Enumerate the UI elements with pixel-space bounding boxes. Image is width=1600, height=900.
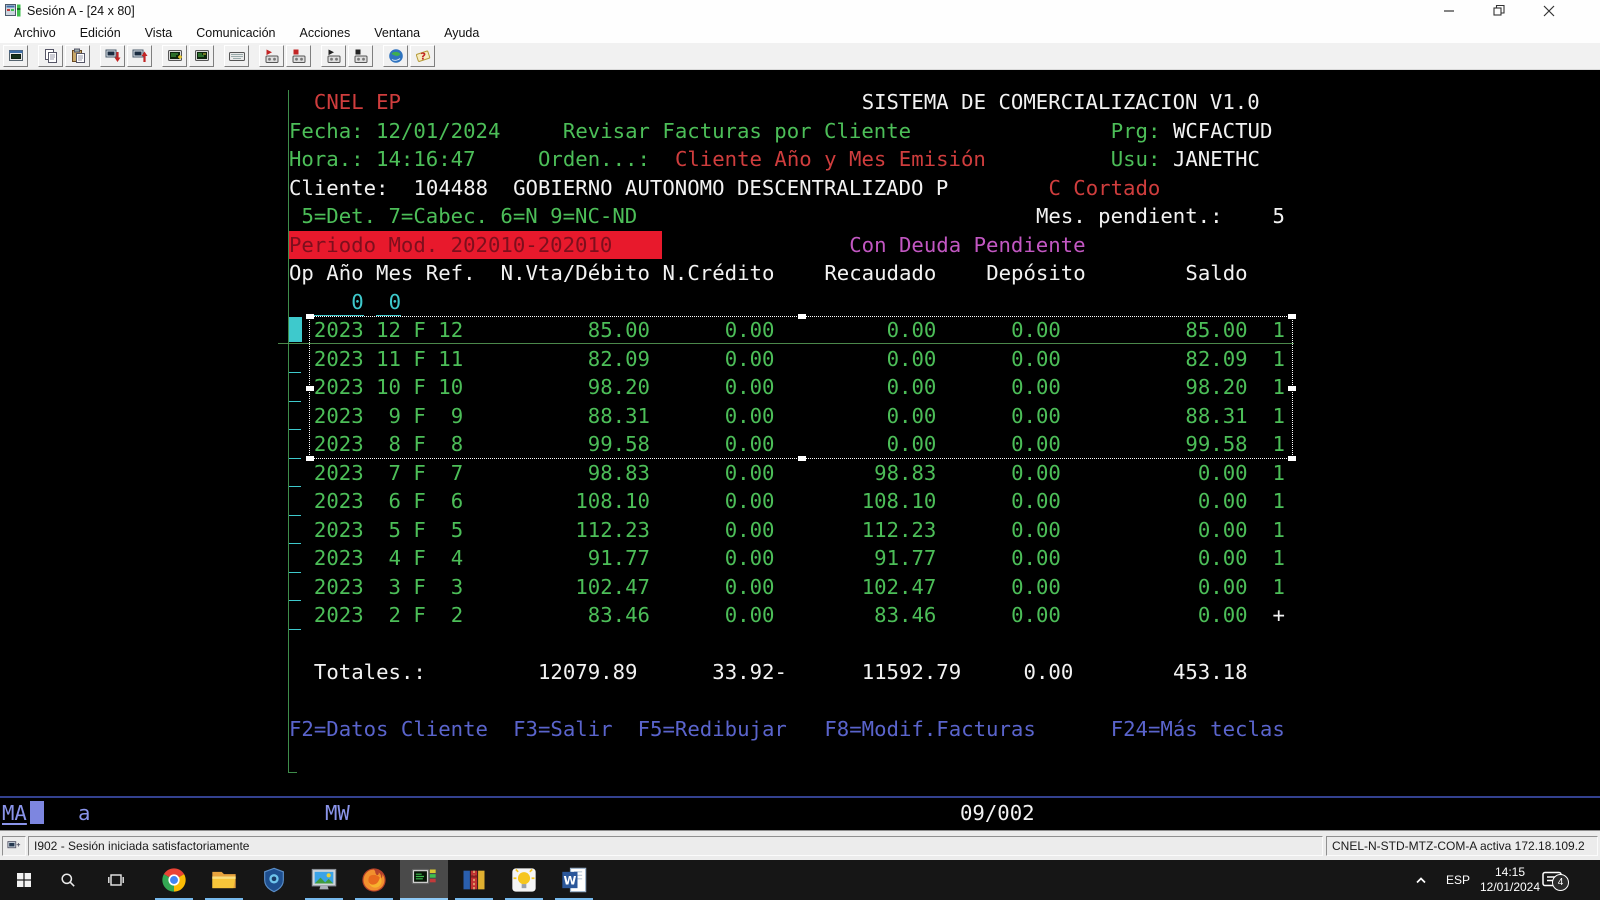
display-setup-button[interactable]: [162, 45, 187, 67]
oia-separator: [0, 796, 1600, 798]
security-shield-icon: [260, 866, 288, 894]
help-button[interactable]: ?: [410, 45, 435, 67]
play-macro-button[interactable]: [321, 45, 346, 67]
menu-item-ventana[interactable]: Ventana: [362, 24, 432, 42]
menu-item-ayuda[interactable]: Ayuda: [432, 24, 491, 42]
firefox-icon: [360, 866, 388, 894]
help-icon: ?: [415, 48, 431, 64]
svg-text:W: W: [563, 874, 576, 888]
taskbar-winrar[interactable]: [450, 860, 498, 900]
menu-item-vista[interactable]: Vista: [133, 24, 185, 42]
clock-date: 12/01/2024: [1474, 880, 1546, 895]
copy-button[interactable]: [38, 45, 63, 67]
restore-button[interactable]: [1482, 0, 1516, 22]
display-colors-icon: [194, 48, 210, 64]
taskbar-word[interactable]: W: [550, 860, 598, 900]
notification-badge: 4: [1552, 874, 1569, 891]
lightbulb-app-icon: [510, 866, 538, 894]
stop-macro-icon: [353, 48, 369, 64]
paste-button[interactable]: [65, 45, 90, 67]
status-message: I902 - Sesión iniciada satisfactoriament…: [28, 836, 1323, 856]
display-colors-button[interactable]: [189, 45, 214, 67]
stop-record-button[interactable]: [286, 45, 311, 67]
taskbar-session-emulator[interactable]: [400, 860, 448, 900]
taskbar-lightbulb-app[interactable]: [500, 860, 548, 900]
web-globe-button[interactable]: [383, 45, 408, 67]
taskbar-security-shield[interactable]: [250, 860, 298, 900]
keyboard-icon: [229, 48, 245, 64]
oia-cursor-block: [30, 801, 44, 824]
menu-item-edición[interactable]: Edición: [68, 24, 133, 42]
taskbar: W: [0, 860, 1600, 900]
oia-status-row: MA a MW 09/002: [0, 800, 1600, 827]
oia-indicator: 09/002: [960, 800, 1035, 827]
window-titlebar[interactable]: Sesión A - [24 x 80]: [0, 0, 1600, 22]
selection-handle[interactable]: [1288, 314, 1296, 319]
copy-icon: [43, 48, 59, 64]
language-indicator[interactable]: ESP: [1440, 873, 1476, 887]
oia-indicator: MA: [2, 800, 27, 827]
chrome-icon: [160, 866, 188, 894]
selection-handle[interactable]: [306, 314, 314, 319]
send-file-button[interactable]: [100, 45, 125, 67]
selection-handle[interactable]: [1288, 456, 1296, 461]
svg-text:?: ?: [420, 52, 426, 63]
menu-bar: ArchivoEdiciónVistaComunicaciónAccionesV…: [0, 22, 1600, 43]
taskbar-photo-viewer[interactable]: [300, 860, 348, 900]
start-button[interactable]: [0, 860, 48, 900]
winrar-icon: [460, 866, 488, 894]
play-macro-icon: [326, 48, 342, 64]
connection-info: CNEL-N-STD-MTZ-COM-A activa 172.18.109.2: [1326, 836, 1598, 856]
selection-handle[interactable]: [306, 456, 314, 461]
status-bar: I902 - Sesión iniciada satisfactoriament…: [0, 830, 1600, 860]
session-app-icon: [4, 3, 22, 19]
clock[interactable]: 14:15 12/01/2024: [1474, 865, 1546, 895]
display-setup-icon: [167, 48, 183, 64]
menu-item-comunicación[interactable]: Comunicación: [184, 24, 287, 42]
toolbar: ?: [0, 43, 1600, 70]
minimize-button[interactable]: [1432, 0, 1466, 22]
photo-viewer-icon: [310, 866, 338, 894]
chevron-up-icon[interactable]: [1404, 860, 1438, 900]
close-button[interactable]: [1532, 0, 1566, 22]
new-session-icon: [8, 48, 24, 64]
new-session-button[interactable]: [3, 45, 28, 67]
connection-status-icon: [2, 836, 26, 856]
screen-left-border: [288, 90, 289, 773]
selection-handle[interactable]: [1288, 386, 1296, 391]
oia-indicator: a: [78, 800, 90, 827]
selection-rectangle[interactable]: [309, 316, 1293, 459]
oia-indicator: MW: [325, 800, 350, 827]
screen-border-corner: [288, 772, 297, 773]
record-macro-icon: [264, 48, 280, 64]
send-file-icon: [105, 48, 121, 64]
desktop: Sesión A - [24 x 80] ArchivoEdiciónVista…: [0, 0, 1600, 900]
stop-macro-button[interactable]: [348, 45, 373, 67]
web-globe-icon: [388, 48, 404, 64]
menu-item-archivo[interactable]: Archivo: [2, 24, 68, 42]
text-cursor: [289, 317, 302, 342]
keyboard-button[interactable]: [224, 45, 249, 67]
window-title: Sesión A - [24 x 80]: [27, 4, 135, 18]
search-button[interactable]: [44, 860, 92, 900]
word-icon: W: [560, 866, 588, 894]
taskbar-file-explorer[interactable]: [200, 860, 248, 900]
file-explorer-icon: [210, 866, 238, 894]
taskbar-firefox[interactable]: [350, 860, 398, 900]
task-view-button[interactable]: [92, 860, 140, 900]
clock-time: 14:15: [1474, 865, 1546, 880]
session-emulator-icon: [410, 866, 438, 894]
menu-item-acciones[interactable]: Acciones: [287, 24, 362, 42]
paste-icon: [70, 48, 86, 64]
record-macro-button[interactable]: [259, 45, 284, 67]
stop-record-icon: [291, 48, 307, 64]
taskbar-chrome[interactable]: [150, 860, 198, 900]
selection-handle[interactable]: [798, 456, 806, 461]
selection-handle[interactable]: [798, 314, 806, 319]
receive-file-button[interactable]: [127, 45, 152, 67]
selection-handle[interactable]: [306, 386, 314, 391]
receive-file-icon: [132, 48, 148, 64]
